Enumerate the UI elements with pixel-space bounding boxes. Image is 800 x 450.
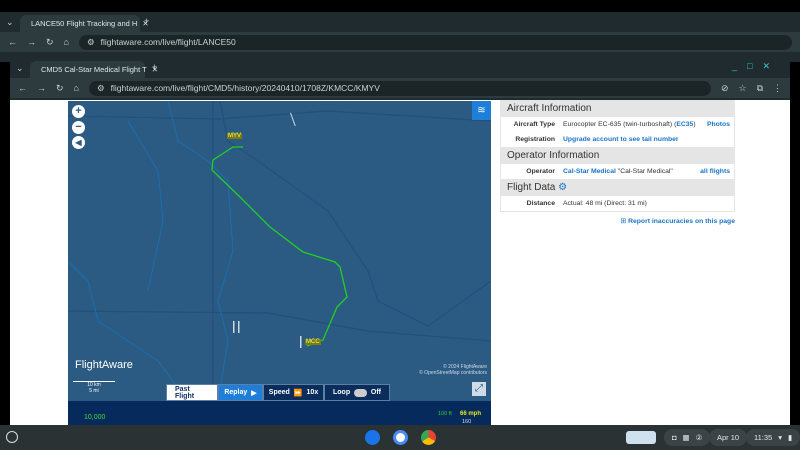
new-tab-icon[interactable]: +: [152, 62, 157, 72]
back-icon[interactable]: ←: [8, 37, 17, 47]
back-icon[interactable]: ←: [18, 83, 27, 93]
new-tab-icon[interactable]: +: [144, 16, 149, 26]
battery-icon: ▮: [787, 433, 793, 442]
date-pill[interactable]: Apr 10: [709, 429, 748, 446]
browser-window: ⌄ CMD5 Cal-Star Medical Flight T ✕ + _□✕ …: [10, 58, 790, 425]
wifi-icon: ▾: [778, 433, 782, 442]
river: [68, 260, 189, 401]
forward-icon[interactable]: →: [37, 83, 46, 93]
header-text: Flight Data: [507, 182, 556, 193]
zoom-in-button[interactable]: +: [72, 105, 85, 118]
replay-controls: Past Flight Replay ▶ Speed ⏩ 10x Loop Off: [166, 384, 390, 401]
label: Registration: [515, 136, 555, 143]
compass-button[interactable]: ◀: [72, 136, 85, 149]
layers-button[interactable]: ≋: [472, 101, 491, 120]
river: [167, 101, 234, 401]
registration-row: Registration Upgrade account to see tail …: [500, 132, 735, 147]
upgrade-link[interactable]: Upgrade account to see tail number: [563, 136, 679, 143]
osm-link[interactable]: © OpenStreetMap contributors: [419, 370, 487, 376]
grid-icon: ▦: [682, 433, 690, 442]
operator-link[interactable]: Cal-Star Medical: [563, 168, 616, 175]
forward-icon[interactable]: →: [27, 37, 36, 47]
label: Operator: [526, 168, 555, 175]
home-icon[interactable]: ⌂: [64, 37, 69, 47]
aircraft-type-row: Aircraft Type Eurocopter EC-635 (twin-tur…: [500, 117, 735, 132]
speed-control[interactable]: Speed ⏩ 10x: [263, 384, 324, 401]
map-attribution: © 2024 FlightAware © OpenStreetMap contri…: [419, 364, 487, 376]
report-link[interactable]: ⊞ Report inaccuracies on this page: [500, 217, 736, 225]
chrome-app-icon[interactable]: [421, 430, 436, 445]
speed-readout: 66 mph: [460, 411, 482, 417]
eye-off-icon[interactable]: ⊘: [721, 83, 729, 94]
status-icons[interactable]: ◘ ▦ ②: [664, 429, 711, 446]
launcher-button[interactable]: [6, 431, 18, 443]
scale-mi: 5 mi: [89, 388, 99, 394]
extensions-icon[interactable]: ⧉: [757, 83, 763, 94]
operator-row: Operator Cal-Star Medical "Cal-Star Medic…: [500, 164, 735, 179]
flight-data-header: Flight Data ⚙: [500, 179, 735, 196]
system-tray[interactable]: 11:35 ▾ ▮: [746, 429, 800, 446]
reload-icon[interactable]: ↻: [56, 83, 64, 94]
files-app-icon[interactable]: [365, 430, 380, 445]
gear-icon[interactable]: ⚙: [558, 182, 567, 193]
home-icon[interactable]: ⌂: [74, 83, 79, 93]
replay-button[interactable]: Replay ▶: [218, 384, 263, 401]
window-controls[interactable]: _□✕: [732, 61, 780, 72]
background-browser-window: ⌄ LANCE50 Flight Tracking and H ✕ + ← → ↻ ⌂ …: [0, 12, 800, 62]
report-text: Report inaccuracies on this page: [628, 218, 735, 225]
all-flights-link[interactable]: all flights: [700, 168, 730, 175]
date: Apr 10: [717, 433, 740, 442]
altitude-speed-chart: 10,000 100 ft 66 mph 160: [68, 401, 491, 425]
tab-search-icon[interactable]: ⌄: [16, 63, 24, 74]
reload-icon[interactable]: ↻: [46, 37, 54, 48]
river: [127, 120, 164, 292]
bookmark-star-icon[interactable]: ☆: [738, 83, 746, 94]
screen-capture-icon: ◘: [672, 433, 677, 442]
aircraft-info-header: Aircraft Information: [500, 100, 735, 117]
operator-name: "Cal-Star Medical": [617, 168, 673, 175]
operator-info-header: Operator Information: [500, 147, 735, 164]
flight-info-panel: Aircraft Information Aircraft Type Euroco…: [500, 100, 735, 225]
airport-label-destination[interactable]: MYV: [227, 133, 243, 139]
speed-icon: ⏩: [293, 389, 303, 397]
zoom-out-button[interactable]: −: [72, 121, 85, 134]
aircraft-type: Eurocopter EC-635 (twin-turboshaft) (: [563, 121, 677, 128]
site-info-icon[interactable]: ⚙: [87, 37, 95, 48]
photos-link[interactable]: Photos: [707, 121, 730, 128]
distance-row: Distance Actual: 48 mi (Direct: 31 mi): [500, 196, 735, 212]
notification-count-icon: ②: [695, 433, 703, 442]
road: [219, 101, 491, 327]
tote-icon[interactable]: [626, 431, 656, 444]
time: 11:35: [754, 433, 773, 442]
altitude-readout: 100 ft: [438, 411, 452, 417]
address-bar[interactable]: ⚙ flightaware.com/live/flight/CMD5/histor…: [88, 80, 711, 96]
docs-app-icon[interactable]: [393, 430, 408, 445]
aircraft-code-link[interactable]: EC35: [676, 121, 693, 128]
loop-toggle[interactable]: Loop Off: [324, 384, 390, 401]
label: Distance: [526, 200, 555, 207]
flight-map[interactable]: MYV MCC + − ◀ ≋ FlightAware 10 km 5 mi © …: [68, 101, 491, 401]
menu-icon[interactable]: ⋮: [773, 83, 782, 94]
site-info-icon[interactable]: ⚙: [97, 83, 105, 94]
label: Aircraft Type: [513, 121, 555, 128]
map-scale: 10 km 5 mi: [73, 381, 115, 394]
airport-label-origin[interactable]: MCC: [305, 339, 321, 345]
page-content: MYV MCC + − ◀ ≋ FlightAware 10 km 5 mi © …: [10, 100, 790, 425]
toggle-switch[interactable]: [354, 388, 367, 397]
fullscreen-button[interactable]: ⤢: [472, 382, 486, 396]
tab-search-icon[interactable]: ⌄: [6, 17, 14, 28]
altitude-tick: 10,000: [84, 414, 106, 421]
paren: ): [693, 121, 696, 128]
taskbar: ◘ ▦ ② Apr 10 11:35 ▾ ▮: [0, 425, 800, 450]
past-flight-tab[interactable]: Past Flight: [166, 384, 218, 401]
road: [68, 110, 491, 122]
tab-lance50[interactable]: LANCE50 Flight Tracking and H ✕: [20, 15, 149, 32]
flightaware-logo: FlightAware: [75, 359, 133, 371]
distance-value: Actual: 48 mi (Direct: 31 mi): [563, 200, 647, 207]
map-svg: [68, 101, 491, 401]
address-bar[interactable]: ⚙ flightaware.com/live/flight/LANCE50: [78, 34, 792, 50]
play-icon: ▶: [251, 389, 257, 397]
tab-cmd5[interactable]: CMD5 Cal-Star Medical Flight T ✕: [30, 61, 158, 78]
plus-icon: ⊞: [620, 218, 627, 225]
